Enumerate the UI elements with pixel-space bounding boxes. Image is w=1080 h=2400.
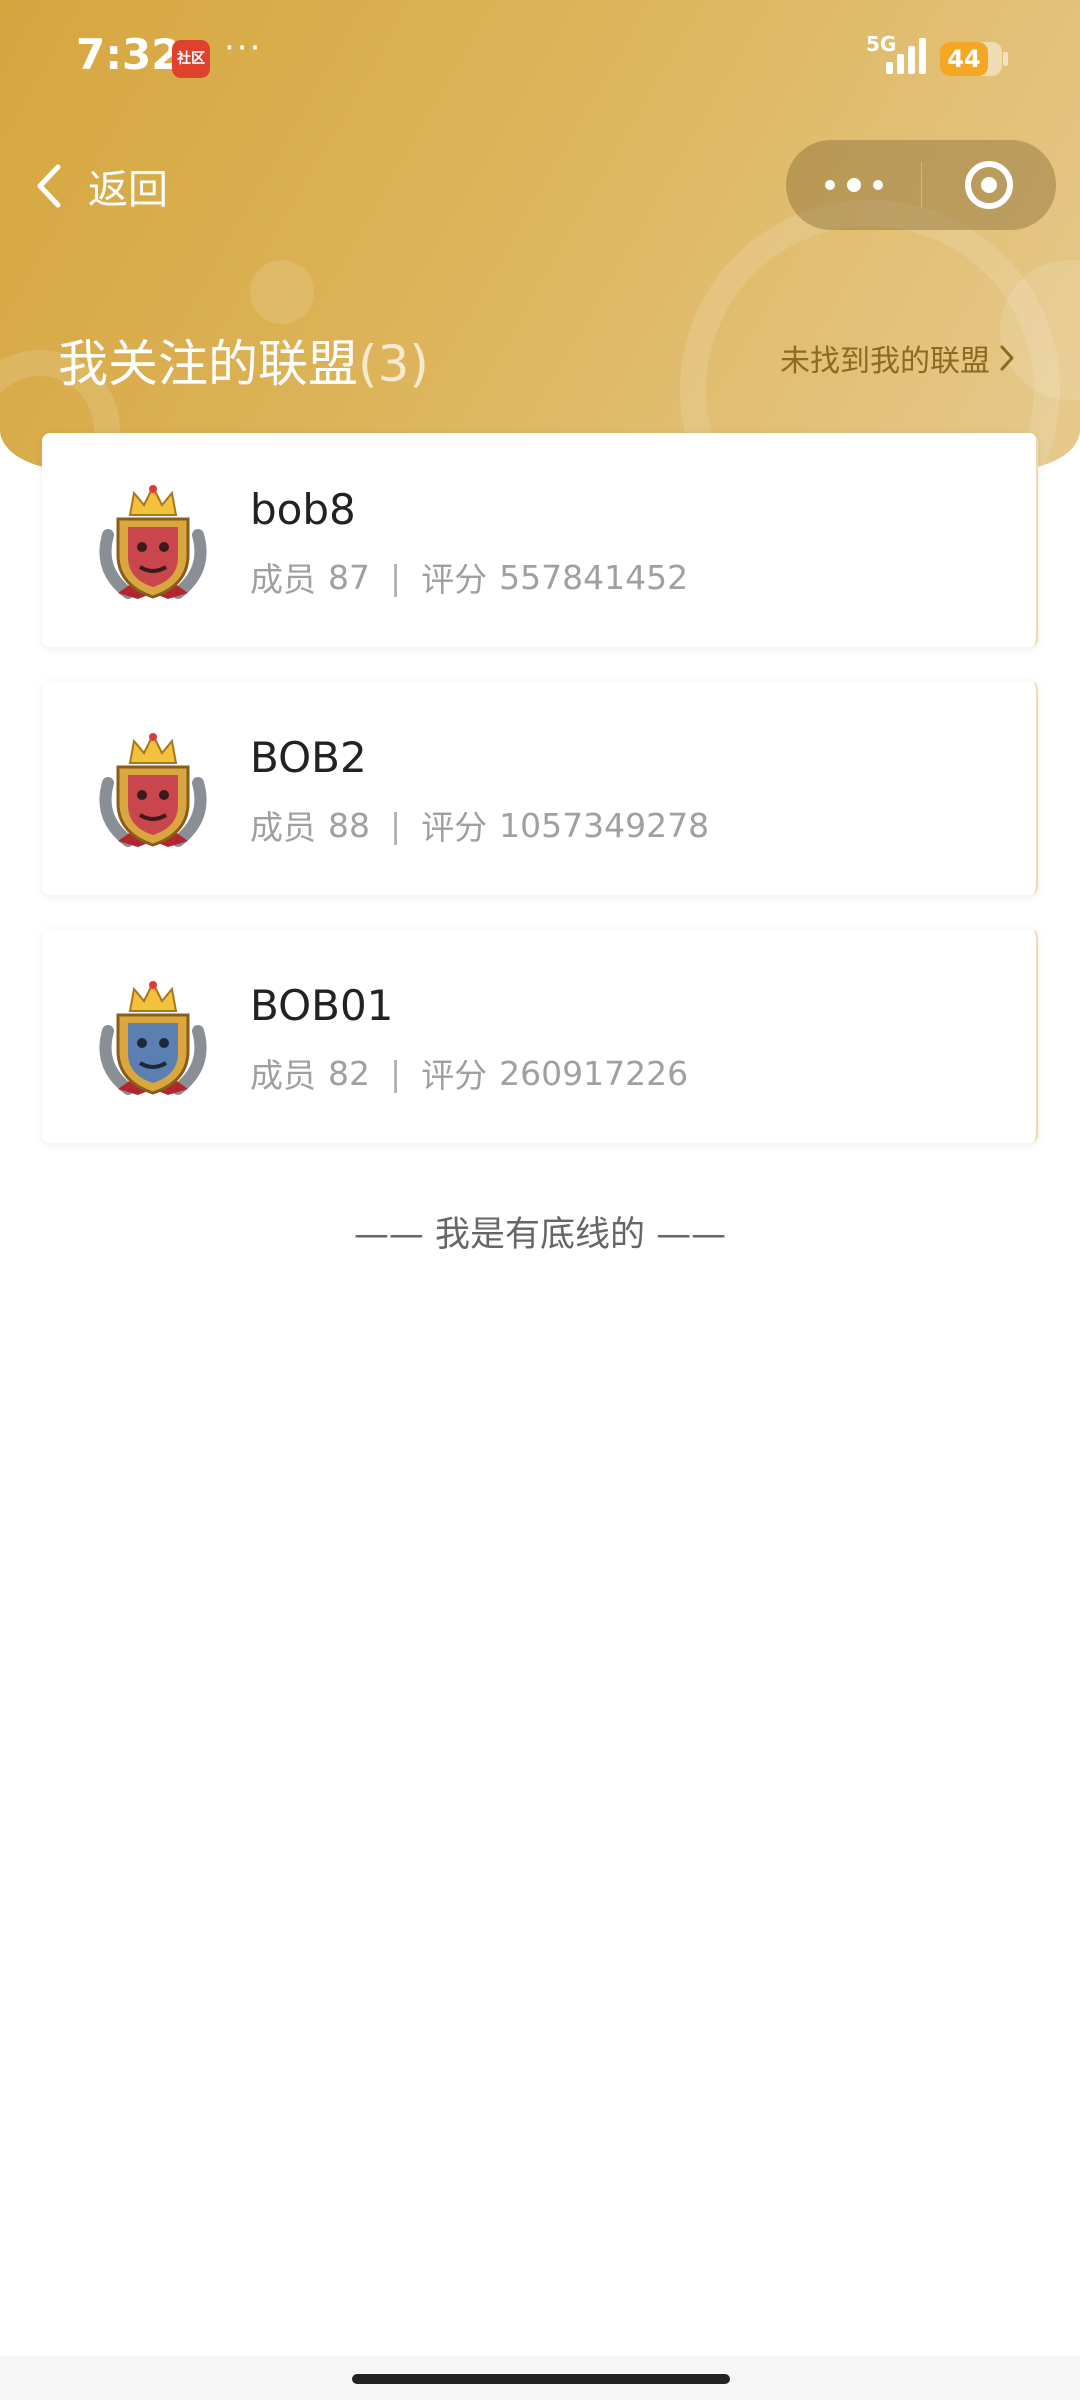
members-label: 成员 bbox=[250, 1056, 316, 1095]
score-value: 557841452 bbox=[499, 557, 689, 597]
status-bar: 7:32 社区 ··· 5G 44 bbox=[0, 0, 1080, 120]
score-value: 260917226 bbox=[499, 1053, 689, 1093]
alliance-emblem-icon bbox=[99, 980, 207, 1095]
alliance-meta: 成员 88 | 评分 1057349278 bbox=[250, 801, 709, 849]
not-found-label: 未找到我的联盟 bbox=[780, 344, 990, 379]
score-label: 评分 bbox=[421, 1056, 488, 1095]
battery-cap bbox=[1003, 52, 1008, 66]
community-app-icon: 社区 bbox=[172, 40, 210, 78]
alliance-name: BOB2 bbox=[250, 733, 367, 782]
members-label: 成员 bbox=[250, 560, 316, 599]
score-value: 1057349278 bbox=[499, 805, 710, 845]
meta-separator: | bbox=[390, 805, 402, 845]
alliance-meta: 成员 82 | 评分 260917226 bbox=[250, 1049, 688, 1097]
score-label: 评分 bbox=[421, 560, 488, 599]
chevron-right-icon bbox=[1000, 345, 1014, 371]
battery-level: 44 bbox=[947, 45, 981, 73]
alliance-card[interactable]: BOB2 成员 88 | 评分 1057349278 bbox=[42, 681, 1038, 895]
mini-program-capsule bbox=[786, 140, 1056, 230]
alliance-list: bob8 成员 87 | 评分 557841452 BOB2 成员 88 | 评 bbox=[42, 433, 1038, 1177]
alliance-emblem-icon bbox=[99, 732, 207, 847]
alliance-card[interactable]: bob8 成员 87 | 评分 557841452 bbox=[42, 433, 1038, 647]
status-more-dots: ··· bbox=[224, 28, 263, 68]
alliance-name: bob8 bbox=[250, 485, 356, 534]
members-count: 82 bbox=[328, 1053, 370, 1093]
members-count: 87 bbox=[328, 557, 370, 597]
alliance-emblem-icon bbox=[99, 484, 207, 599]
section-title: 我关注的联盟(3) bbox=[58, 324, 429, 396]
back-label: 返回 bbox=[88, 167, 168, 213]
alliance-meta: 成员 87 | 评分 557841452 bbox=[250, 553, 688, 601]
close-mini-program-button[interactable] bbox=[922, 140, 1056, 230]
status-time: 7:32 bbox=[76, 30, 181, 79]
signal-icon bbox=[886, 36, 926, 74]
more-menu-button[interactable] bbox=[786, 140, 921, 230]
score-label: 评分 bbox=[421, 808, 488, 847]
back-button[interactable]: 返回 bbox=[34, 156, 168, 216]
end-of-list-note: —— 我是有底线的 —— bbox=[353, 1215, 727, 1255]
target-icon bbox=[965, 161, 1013, 209]
more-icon-right-dot bbox=[872, 180, 883, 190]
target-icon-core bbox=[981, 177, 997, 193]
not-found-link[interactable]: 未找到我的联盟 bbox=[780, 336, 1016, 380]
more-icon bbox=[824, 180, 835, 190]
section-count: (3) bbox=[358, 335, 429, 393]
section-title-text: 我关注的联盟 bbox=[58, 335, 358, 393]
meta-separator: | bbox=[390, 557, 402, 597]
chevron-left-icon bbox=[37, 164, 61, 208]
members-label: 成员 bbox=[250, 808, 316, 847]
home-indicator[interactable] bbox=[352, 2374, 730, 2384]
decor-circle-small bbox=[250, 260, 314, 324]
alliance-card[interactable]: BOB01 成员 82 | 评分 260917226 bbox=[42, 929, 1038, 1143]
members-count: 88 bbox=[328, 805, 370, 845]
more-icon-center-dot bbox=[846, 178, 861, 192]
meta-separator: | bbox=[390, 1053, 402, 1093]
alliance-name: BOB01 bbox=[250, 981, 394, 1030]
battery-icon: 44 bbox=[940, 42, 1002, 76]
